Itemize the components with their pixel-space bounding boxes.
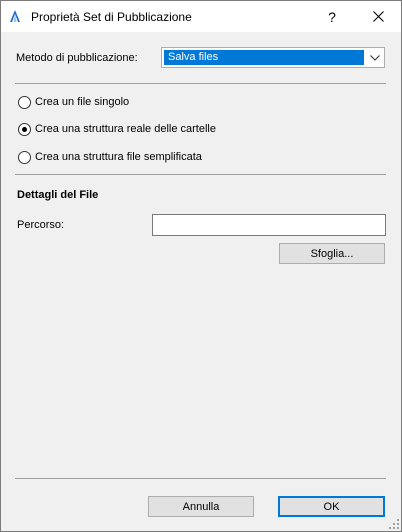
close-button[interactable] bbox=[355, 1, 401, 32]
option-real-folder-structure-label: Crea una struttura reale delle cartelle bbox=[35, 123, 216, 135]
dialog-window: Proprietà Set di Pubblicazione ? Metodo … bbox=[0, 0, 402, 532]
option-single-file-label: Crea un file singolo bbox=[35, 96, 130, 108]
help-button[interactable]: ? bbox=[309, 1, 355, 32]
option-simplified-structure[interactable]: Crea una struttura file semplificata bbox=[18, 150, 202, 164]
close-icon bbox=[372, 11, 384, 22]
radio-simplified-structure[interactable] bbox=[18, 150, 31, 164]
publishing-method-selected: Salva files bbox=[164, 50, 364, 65]
help-icon: ? bbox=[328, 8, 336, 25]
option-real-folder-structure[interactable]: Crea una struttura reale delle cartelle bbox=[18, 122, 216, 136]
browse-button[interactable]: Sfoglia... bbox=[279, 243, 385, 264]
file-details-heading: Dettagli del File bbox=[17, 189, 99, 201]
archicad-app-icon bbox=[10, 10, 20, 22]
divider bbox=[15, 478, 386, 479]
title-bar: Proprietà Set di Pubblicazione ? bbox=[1, 1, 401, 32]
divider bbox=[15, 83, 386, 84]
radio-real-folder-structure[interactable] bbox=[18, 122, 31, 136]
path-label: Percorso: bbox=[17, 219, 65, 231]
resize-grip-icon[interactable] bbox=[388, 518, 400, 530]
divider bbox=[15, 174, 386, 175]
publishing-method-dropdown[interactable]: Salva files bbox=[161, 47, 385, 68]
radio-single-file[interactable] bbox=[18, 95, 31, 109]
option-simplified-structure-label: Crea una struttura file semplificata bbox=[35, 151, 202, 163]
window-title: Proprietà Set di Pubblicazione bbox=[31, 10, 192, 24]
option-single-file[interactable]: Crea un file singolo bbox=[18, 95, 129, 109]
path-input[interactable] bbox=[152, 214, 386, 236]
chevron-down-icon bbox=[366, 48, 384, 67]
publishing-method-label: Metodo di pubblicazione: bbox=[16, 52, 138, 64]
cancel-button[interactable]: Annulla bbox=[148, 496, 254, 517]
ok-button[interactable]: OK bbox=[278, 496, 385, 517]
